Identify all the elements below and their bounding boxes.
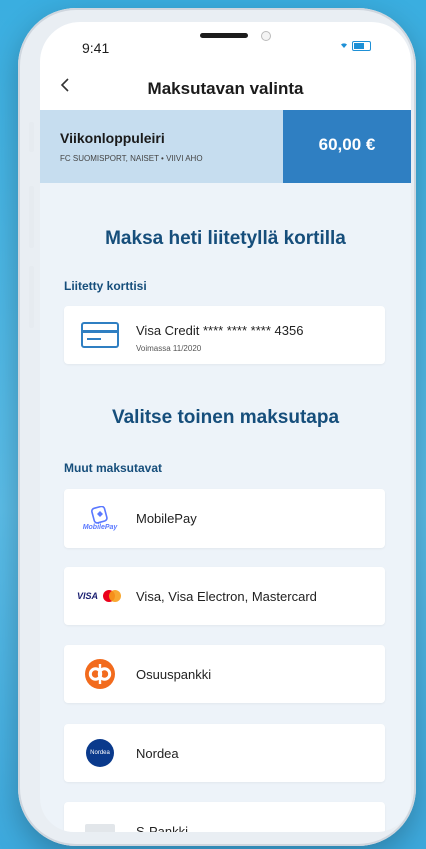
silent-switch	[29, 122, 34, 152]
volume-down-button	[29, 266, 34, 328]
saved-card-heading: Maksa heti liitetyllä kortilla	[105, 228, 346, 249]
payment-option-mobilepay[interactable]: MobilePay MobilePay	[64, 489, 385, 548]
card-number: Visa Credit **** **** **** 4356	[136, 323, 304, 338]
nav-bar: Maksutavan valinta	[40, 67, 411, 111]
volume-up-button	[29, 186, 34, 248]
visa-mastercard-logo-icon: VISA	[76, 567, 124, 625]
event-summary: Viikonloppuleiri FC SUOMISPORT, NAISET •…	[40, 110, 283, 183]
nordea-logo-icon: Nordea	[76, 724, 124, 782]
event-subtitle: FC SUOMISPORT, NAISET • VIIVI AHO	[60, 154, 203, 163]
event-price: 60,00 €	[318, 135, 376, 154]
payment-option-label: MobilePay	[136, 511, 197, 526]
saved-card-label: Liitetty korttisi	[64, 279, 147, 293]
price-box: 60,00 €	[283, 110, 411, 183]
event-name: Viikonloppuleiri	[60, 130, 165, 146]
mobilepay-logo-icon: MobilePay	[76, 489, 124, 548]
card-validity: Voimassa 11/2020	[136, 344, 202, 353]
s-pankki-logo-icon	[76, 802, 124, 832]
page-title: Maksutavan valinta	[147, 79, 304, 98]
op-logo-icon	[76, 645, 124, 703]
payment-option-s-pankki[interactable]: S-Pankki	[64, 802, 385, 832]
speaker-notch	[200, 33, 248, 38]
camera-dot	[261, 31, 271, 41]
payment-option-nordea[interactable]: Nordea Nordea	[64, 724, 385, 782]
credit-card-icon	[76, 306, 124, 364]
saved-card-option[interactable]: Visa Credit **** **** **** 4356 Voimassa…	[64, 306, 385, 364]
battery-icon	[352, 41, 371, 51]
payment-option-visa-mastercard[interactable]: VISA Visa, Visa Electron, Mastercard	[64, 567, 385, 625]
status-time: 9:41	[82, 40, 110, 56]
payment-option-osuuspankki[interactable]: Osuuspankki	[64, 645, 385, 703]
payment-option-label: Visa, Visa Electron, Mastercard	[136, 589, 317, 604]
payment-option-label: S-Pankki	[136, 824, 189, 832]
other-methods-label: Muut maksutavat	[64, 461, 163, 475]
app-screen: 9:41 Maksutavan valinta Viikonloppuleiri…	[40, 22, 411, 832]
payment-option-label: Osuuspankki	[136, 667, 212, 682]
wifi-icon	[338, 38, 350, 52]
status-bar: 9:41	[40, 22, 411, 67]
other-methods-heading: Valitse toinen maksutapa	[111, 407, 340, 428]
payment-option-label: Nordea	[136, 746, 179, 761]
